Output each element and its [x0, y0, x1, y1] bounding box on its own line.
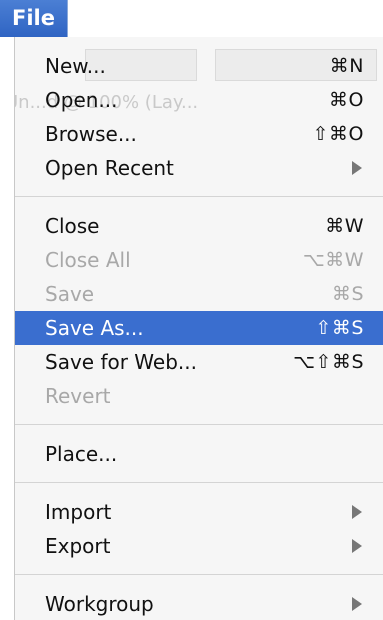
- menu-item-label: New...: [45, 54, 106, 78]
- menu-item-revert: Revert: [15, 379, 383, 413]
- file-menu-title[interactable]: File: [0, 0, 68, 37]
- menu-item-browse[interactable]: Browse... ⇧⌘O: [15, 117, 383, 151]
- menu-item-open[interactable]: Open... ⌘O: [15, 83, 383, 117]
- menu-item-shortcut: ⇧⌘O: [312, 123, 364, 145]
- menu-item-label: Place...: [45, 442, 118, 466]
- menu-item-label: Import: [45, 500, 112, 524]
- menu-item-label: Save As...: [45, 316, 144, 340]
- menu-separator: [15, 471, 383, 495]
- submenu-arrow-icon: [352, 161, 362, 175]
- menu-item-shortcut: ⌥⇧⌘S: [293, 351, 364, 373]
- submenu-arrow-icon: [352, 597, 362, 611]
- menu-item-shortcut: ⌘W: [325, 215, 364, 237]
- menu-item-shortcut: ⌘O: [329, 89, 364, 111]
- menu-item-label: Save for Web...: [45, 350, 197, 374]
- menu-item-close[interactable]: Close ⌘W: [15, 209, 383, 243]
- menu-item-workgroup[interactable]: Workgroup: [15, 587, 383, 620]
- menu-separator: [15, 413, 383, 437]
- menu-item-label: Open Recent: [45, 156, 174, 180]
- submenu-arrow-icon: [352, 539, 362, 553]
- file-menu-dropdown: Un...d @ 100% (Lay... New... ⌘N Open... ⌘O B…: [14, 37, 383, 620]
- menu-separator: [15, 563, 383, 587]
- menu-item-shortcut: ⌘S: [331, 283, 364, 305]
- menu-item-label: Workgroup: [45, 592, 154, 616]
- menu-item-shortcut: ⇧⌘S: [315, 317, 364, 339]
- submenu-arrow-icon: [352, 505, 362, 519]
- menu-item-shortcut: ⌘N: [329, 55, 364, 77]
- menu-item-label: Close All: [45, 248, 131, 272]
- menu-item-export[interactable]: Export: [15, 529, 383, 563]
- menu-item-save: Save ⌘S: [15, 277, 383, 311]
- menu-item-list: New... ⌘N Open... ⌘O Browse... ⇧⌘O Open Recent…: [15, 49, 383, 620]
- menu-item-label: Browse...: [45, 122, 137, 146]
- menu-item-place[interactable]: Place...: [15, 437, 383, 471]
- menu-item-label: Open...: [45, 88, 118, 112]
- menu-item-save-for-web[interactable]: Save for Web... ⌥⇧⌘S: [15, 345, 383, 379]
- menu-item-new[interactable]: New... ⌘N: [15, 49, 383, 83]
- menu-item-save-as[interactable]: Save As... ⇧⌘S: [15, 311, 383, 345]
- menu-item-label: Close: [45, 214, 100, 238]
- menu-item-label: Save: [45, 282, 95, 306]
- menu-item-import[interactable]: Import: [15, 495, 383, 529]
- menu-item-close-all: Close All ⌥⌘W: [15, 243, 383, 277]
- menu-item-label: Revert: [45, 384, 111, 408]
- menu-item-label: Export: [45, 534, 111, 558]
- menu-item-open-recent[interactable]: Open Recent: [15, 151, 383, 185]
- menu-item-shortcut: ⌥⌘W: [302, 249, 364, 271]
- app-window: File Un...d @ 100% (Lay... New... ⌘N Open.…: [0, 0, 383, 620]
- menu-separator: [15, 185, 383, 209]
